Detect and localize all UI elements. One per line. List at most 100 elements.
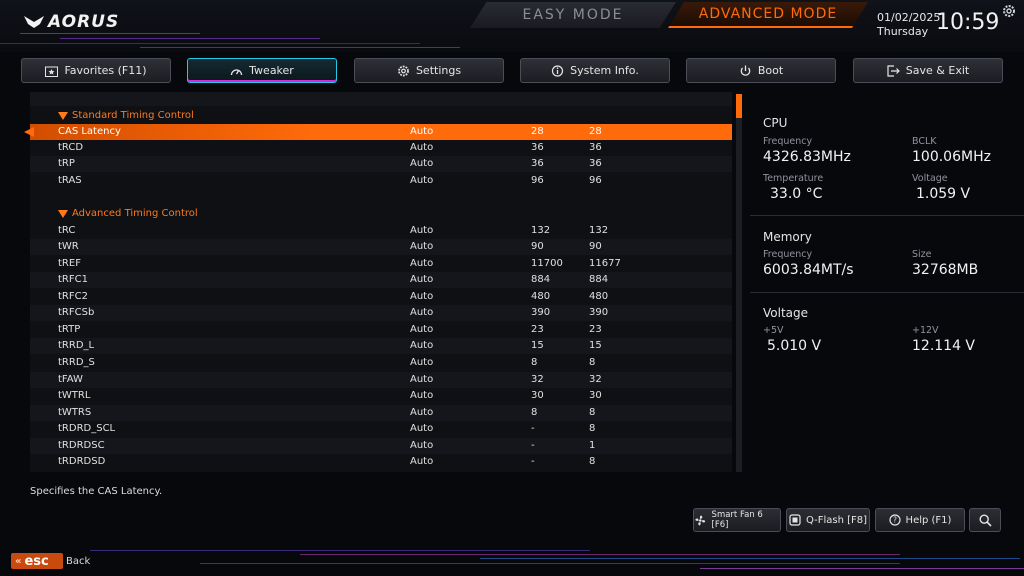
cpu-voltage-label: Voltage: [912, 173, 948, 184]
setting-row-twtrl[interactable]: tWTRL Auto 30 30: [30, 388, 732, 404]
tab-tweaker[interactable]: Tweaker: [187, 58, 337, 83]
tab-system-info[interactable]: System Info.: [520, 58, 670, 83]
section-advanced-timing[interactable]: Advanced Timing Control: [30, 206, 732, 222]
setting-mode: Auto: [410, 142, 434, 153]
qflash-button[interactable]: Q-Flash [F8]: [786, 508, 870, 532]
setting-row-trfc2[interactable]: tRFC2 Auto 480 480: [30, 289, 732, 305]
setting-row-trc[interactable]: tRC Auto 132 132: [30, 223, 732, 239]
setting-name: tRTP: [58, 324, 81, 335]
setting-name: tRC: [58, 225, 76, 236]
setting-name: tRCD: [58, 142, 84, 153]
back-label: Back: [66, 556, 91, 567]
setting-name: tREF: [58, 258, 81, 269]
collapse-triangle-icon: [58, 210, 68, 218]
section-standard-timing[interactable]: Standard Timing Control: [30, 108, 732, 124]
setting-value-b: 23: [589, 324, 602, 335]
tab-label: Boot: [757, 64, 784, 77]
eagle-icon: [24, 16, 44, 28]
tab-label: System Info.: [570, 64, 639, 77]
setting-row-trdrdsd[interactable]: tRDRDSD Auto - 8: [30, 454, 732, 470]
setting-value-b: 8: [589, 407, 596, 418]
svg-text:?: ?: [893, 516, 897, 525]
aorus-logo: AORUS: [24, 12, 119, 32]
setting-value-a: 32: [531, 374, 544, 385]
help-icon: ?: [888, 514, 901, 526]
scrollbar-thumb[interactable]: [736, 94, 742, 118]
scrollbar[interactable]: [736, 94, 742, 472]
setting-row-trrd-l[interactable]: tRRD_L Auto 15 15: [30, 338, 732, 354]
setting-value-a: -: [531, 456, 535, 467]
help-button[interactable]: ? Help (F1): [875, 508, 965, 532]
header-decoration: [0, 30, 480, 50]
cpu-temperature-value: 33.0 °C: [770, 186, 823, 202]
setting-row-trfc1[interactable]: tRFC1 Auto 884 884: [30, 272, 732, 288]
setting-value-b: 1: [589, 440, 596, 451]
memory-title: Memory: [763, 230, 812, 244]
setting-value-a: 8: [531, 357, 538, 368]
clock: 10:59: [936, 10, 1000, 35]
setting-row-tref[interactable]: tREF Auto 11700 11677: [30, 256, 732, 272]
setting-value-b: 36: [589, 142, 602, 153]
setting-name: tRFC1: [58, 274, 88, 285]
cpu-frequency-label: Frequency: [763, 136, 813, 147]
memory-frequency-label: Frequency: [763, 249, 813, 260]
search-button[interactable]: [969, 508, 1001, 532]
setting-value-b: 90: [589, 241, 602, 252]
setting-row-twr[interactable]: tWR Auto 90 90: [30, 239, 732, 255]
setting-mode: Auto: [410, 158, 434, 169]
divider: [750, 215, 1024, 216]
tab-settings[interactable]: Settings: [354, 58, 504, 83]
setting-value-a: 480: [531, 291, 551, 302]
settings-gear-icon[interactable]: [1002, 4, 1016, 22]
setting-mode: Auto: [410, 258, 434, 269]
setting-row-trtp[interactable]: tRTP Auto 23 23: [30, 322, 732, 338]
power-icon: [740, 65, 751, 76]
setting-name: tRFC2: [58, 291, 88, 302]
setting-row-trdrd-scl[interactable]: tRDRD_SCL Auto - 8: [30, 421, 732, 437]
divider: [750, 292, 1024, 293]
setting-value-a: 11700: [531, 258, 563, 269]
tab-label: Settings: [415, 64, 462, 77]
day-text: Thursday: [877, 25, 929, 38]
setting-row-tfaw[interactable]: tFAW Auto 32 32: [30, 372, 732, 388]
setting-row-cas-latency[interactable]: CAS Latency Auto 28 28: [30, 124, 732, 140]
setting-value-b: 36: [589, 158, 602, 169]
setting-mode: Auto: [410, 440, 434, 451]
tab-label: Save & Exit: [905, 64, 970, 77]
v5-value: 5.010 V: [767, 338, 822, 354]
easy-mode-button[interactable]: EASY MODE: [470, 2, 676, 28]
esc-label: esc: [24, 553, 49, 569]
v5-label: +5V: [763, 325, 784, 336]
setting-value-b: 32: [589, 374, 602, 385]
setting-row-trp[interactable]: tRP Auto 36 36: [30, 156, 732, 172]
cpu-title: CPU: [763, 116, 788, 130]
chip-icon: [789, 514, 801, 526]
setting-name: tRDRDSC: [58, 440, 105, 451]
setting-row-trdrdsc[interactable]: tRDRDSC Auto - 1: [30, 438, 732, 454]
tab-favorites[interactable]: Favorites (F11): [21, 58, 171, 83]
setting-row-tras[interactable]: tRAS Auto 96 96: [30, 173, 732, 189]
setting-value-b: 8: [589, 423, 596, 434]
setting-value-a: 132: [531, 225, 551, 236]
date-display: 01/02/2025 Thursday: [877, 11, 940, 39]
tab-save-exit[interactable]: Save & Exit: [853, 58, 1003, 83]
esc-button[interactable]: « esc: [11, 553, 63, 569]
setting-value-b: 132: [589, 225, 609, 236]
setting-mode: Auto: [410, 225, 434, 236]
gear-icon: [398, 65, 409, 76]
tab-boot[interactable]: Boot: [686, 58, 836, 83]
setting-row-trcd[interactable]: tRCD Auto 36 36: [30, 140, 732, 156]
setting-mode: Auto: [410, 291, 434, 302]
help-label: Help (F1): [905, 514, 952, 526]
advanced-mode-button[interactable]: ADVANCED MODE: [668, 2, 868, 28]
setting-mode: Auto: [410, 374, 434, 385]
setting-row-trrd-s[interactable]: tRRD_S Auto 8 8: [30, 355, 732, 371]
setting-value-b: 28: [589, 126, 602, 137]
setting-mode: Auto: [410, 307, 434, 318]
setting-row-twtrs[interactable]: tWTRS Auto 8 8: [30, 405, 732, 421]
setting-row-trfcsb[interactable]: tRFCSb Auto 390 390: [30, 305, 732, 321]
star-folder-icon: [45, 66, 59, 77]
setting-value-a: -: [531, 440, 535, 451]
smart-fan-button[interactable]: Smart Fan 6 [F6]: [693, 508, 781, 532]
setting-value-a: 36: [531, 142, 544, 153]
